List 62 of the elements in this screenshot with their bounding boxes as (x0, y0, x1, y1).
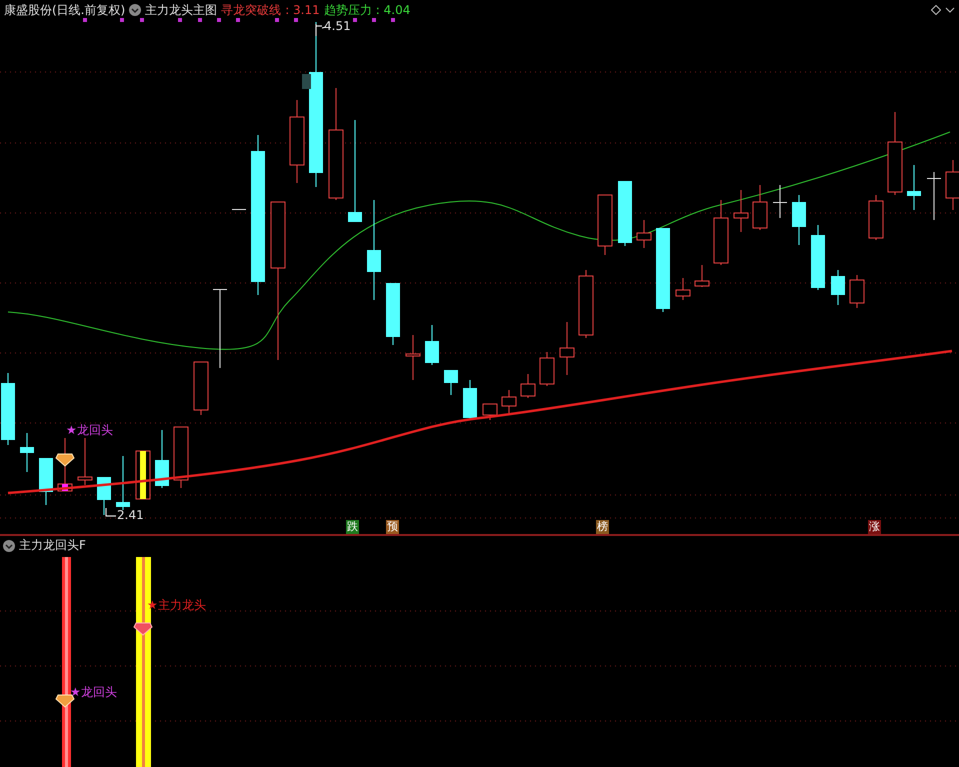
chevron-down-icon[interactable] (129, 4, 142, 16)
candlestick (868, 194, 884, 240)
candlestick (406, 334, 420, 380)
candlestick (734, 190, 748, 232)
candlestick (174, 426, 188, 488)
candlestick (714, 200, 728, 266)
candlestick (598, 194, 612, 256)
candlestick (676, 278, 690, 300)
candlestick (39, 458, 53, 506)
candlestick (792, 194, 806, 246)
diamond-icon (133, 622, 153, 636)
candlestick (463, 380, 477, 420)
candlestick (578, 270, 594, 338)
candlestick (232, 208, 246, 210)
candlestick (78, 438, 92, 486)
candlestick (636, 220, 652, 248)
signal-label: ★龙回头 (70, 684, 117, 701)
candlestick (482, 404, 498, 420)
candlestick (20, 432, 34, 472)
candlestick (927, 172, 941, 220)
candlestick (694, 264, 710, 288)
stock-title: 康盛股份(日线.前复权) (4, 2, 126, 18)
candlestick (811, 224, 825, 290)
legend-value: : 4.04 (376, 3, 410, 17)
candlestick (520, 374, 536, 398)
candlestick (850, 274, 864, 308)
signal-marker: 预 (386, 520, 399, 534)
candlestick (155, 430, 169, 488)
candlestick (116, 456, 130, 510)
candlestick (97, 476, 111, 516)
square-icon (302, 74, 311, 89)
candlestick (425, 324, 439, 366)
candlestick (444, 370, 458, 396)
pointer-line-icon (316, 24, 326, 36)
signal-label: ★龙回头 (66, 422, 113, 439)
signal-marker: 涨 (868, 520, 881, 534)
candlestick (618, 180, 632, 246)
candlestick (136, 450, 150, 500)
diamond-icon (55, 694, 75, 708)
legend-value: : 3.11 (285, 3, 320, 17)
diamond-outline-icon[interactable] (931, 5, 941, 15)
candlestick (773, 184, 787, 218)
price-label: 2.41 (117, 508, 144, 522)
diamond-icon (55, 454, 75, 467)
candlestick (194, 362, 208, 416)
candlestick (540, 352, 554, 386)
candlestick (907, 164, 921, 210)
chevron-down-icon[interactable] (3, 540, 15, 552)
candlestick (502, 390, 516, 416)
legend-label: 趋势压力 (324, 2, 372, 18)
price-label: 4.51 (324, 19, 351, 33)
indicator-name: 主力龙头主图 (145, 2, 218, 18)
candlestick (560, 322, 574, 376)
legend-label: 寻龙突破线 (221, 2, 282, 18)
pointer-line-icon (106, 508, 116, 516)
candlestick (831, 270, 845, 306)
indicator-name: 主力龙回头F (19, 537, 86, 554)
candlestick (386, 282, 400, 346)
chevron-down-icon[interactable] (945, 5, 955, 15)
signal-marker: 跌 (346, 520, 359, 534)
candlestick (752, 184, 768, 230)
signal-marker: 榜 (596, 520, 609, 534)
